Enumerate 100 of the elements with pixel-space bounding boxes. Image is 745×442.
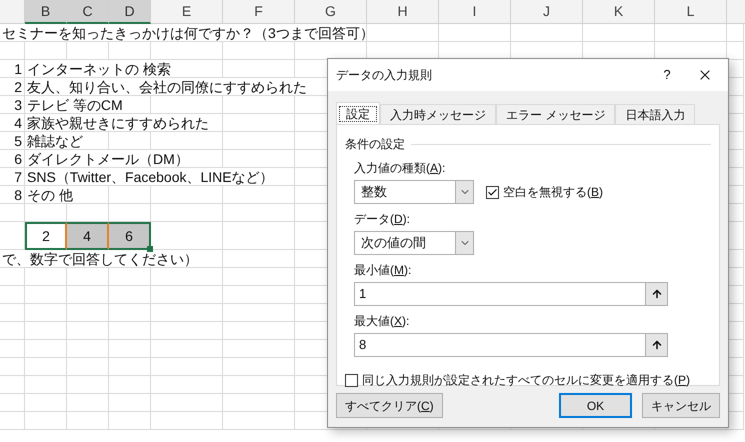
table-cell[interactable] [223,358,295,376]
table-cell[interactable] [223,42,295,60]
dropdown[interactable]: 整数 [354,180,474,204]
table-cell[interactable]: 4 [0,114,25,132]
table-cell[interactable] [727,24,744,42]
table-cell[interactable] [109,358,151,376]
table-cell[interactable] [223,222,295,250]
table-cell[interactable] [151,204,223,222]
table-cell[interactable] [0,340,25,358]
table-cell[interactable]: 家族や親せきにすすめられた [25,114,223,132]
table-cell[interactable] [109,340,151,358]
table-cell[interactable]: 7 [0,168,25,186]
table-cell[interactable]: SNS（Twitter、Facebook、LINEなど） [25,168,295,186]
tab[interactable]: 入力時メッセージ [380,104,496,124]
table-cell[interactable] [67,376,109,394]
table-cell[interactable] [109,286,151,304]
table-cell[interactable]: で、数字で回答してください） [0,250,223,268]
table-cell[interactable] [223,114,295,132]
selected-cell[interactable]: 6 [109,222,151,250]
table-cell[interactable] [223,340,295,358]
table-cell[interactable] [151,358,223,376]
table-cell[interactable] [151,340,223,358]
table-cell[interactable] [67,42,109,60]
table-cell[interactable] [223,132,295,150]
selected-cell[interactable]: 4 [67,222,109,250]
table-cell[interactable] [67,340,109,358]
table-cell[interactable]: 雑誌など [25,132,109,150]
table-cell[interactable] [151,322,223,340]
input-field[interactable]: 1 [354,282,646,306]
column-header[interactable]: F [223,0,295,24]
table-cell[interactable] [151,186,223,204]
table-cell[interactable]: その 他 [25,186,109,204]
table-cell[interactable] [223,250,295,268]
column-header[interactable]: H [367,0,439,24]
column-header[interactable]: G [295,0,367,24]
table-cell[interactable]: セミナーを知ったきっかけは何ですか？（3つまで回答可） [0,24,367,42]
table-cell[interactable] [67,268,109,286]
table-cell[interactable] [151,412,223,430]
dialog-button[interactable]: OK [559,393,632,418]
table-cell[interactable] [223,394,295,412]
tab[interactable]: 日本語入力 [615,104,696,124]
column-header[interactable]: J [511,0,583,24]
tab[interactable]: 設定 [336,102,380,124]
table-cell[interactable] [583,24,655,42]
table-cell[interactable]: 1 [0,60,25,78]
table-cell[interactable] [223,96,295,114]
table-cell[interactable]: インターネットの 検索 [25,60,223,78]
table-cell[interactable] [67,322,109,340]
dialog-button[interactable]: すべてクリア(C) [336,393,443,418]
table-cell[interactable] [151,268,223,286]
table-cell[interactable] [223,286,295,304]
table-cell[interactable] [0,394,25,412]
column-header[interactable]: L [655,0,727,24]
table-cell[interactable] [151,376,223,394]
table-cell[interactable] [0,412,25,430]
table-cell[interactable]: テレビ 等のCM [25,96,151,114]
table-cell[interactable] [25,286,67,304]
table-cell[interactable]: 5 [0,132,25,150]
checkbox[interactable] [345,374,358,386]
table-cell[interactable] [25,304,67,322]
table-cell[interactable] [109,268,151,286]
table-cell[interactable] [25,322,67,340]
table-cell[interactable] [25,358,67,376]
table-cell[interactable] [0,358,25,376]
table-cell[interactable] [0,286,25,304]
table-cell[interactable] [151,286,223,304]
help-button[interactable]: ? [652,65,682,85]
column-header[interactable]: I [439,0,511,24]
dialog-button[interactable]: キャンセル [642,393,720,418]
table-cell[interactable] [367,24,439,42]
table-cell[interactable] [223,150,295,168]
table-cell[interactable] [0,268,25,286]
table-cell[interactable] [0,204,25,222]
fill-handle[interactable] [147,246,153,252]
table-cell[interactable] [25,340,67,358]
table-cell[interactable] [223,304,295,322]
table-cell[interactable] [109,132,151,150]
table-cell[interactable] [0,322,25,340]
table-cell[interactable] [67,358,109,376]
tab[interactable]: エラー メッセージ [496,104,616,124]
table-cell[interactable]: 8 [0,186,25,204]
table-cell[interactable] [223,60,295,78]
table-cell[interactable] [109,186,151,204]
table-cell[interactable] [223,204,295,222]
table-cell[interactable] [109,322,151,340]
column-header[interactable]: C [67,0,109,24]
table-cell[interactable] [511,24,583,42]
table-cell[interactable] [25,376,67,394]
table-cell[interactable] [25,412,67,430]
table-cell[interactable]: ダイレクトメール（DM） [25,150,223,168]
table-cell[interactable] [151,132,223,150]
table-cell[interactable] [109,412,151,430]
table-cell[interactable] [67,286,109,304]
column-header[interactable]: B [25,0,67,24]
table-cell[interactable]: 2 [0,78,25,96]
table-cell[interactable] [223,268,295,286]
table-cell[interactable] [151,222,223,250]
checkbox[interactable] [486,186,499,198]
table-cell[interactable] [109,42,151,60]
table-cell[interactable] [67,304,109,322]
